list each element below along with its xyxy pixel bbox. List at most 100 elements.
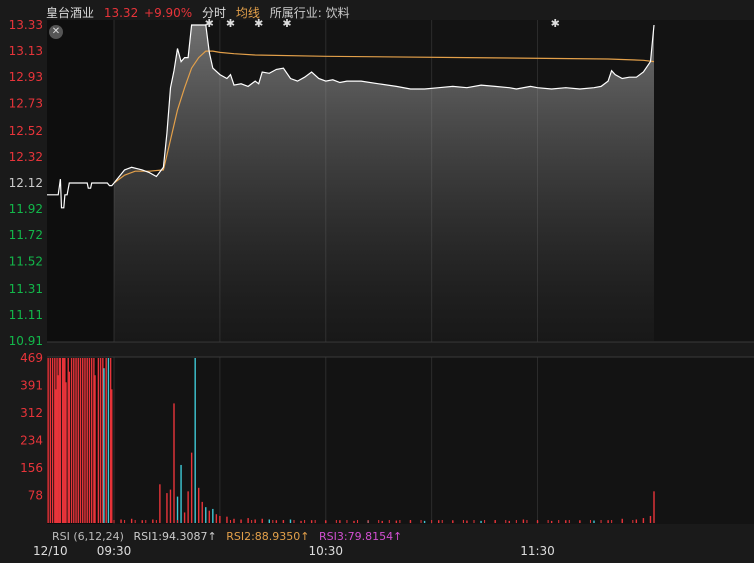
volume-bar <box>240 520 242 523</box>
volume-bar <box>51 358 54 523</box>
volume-bar <box>130 518 133 523</box>
rsi-label: RSI (6,12,24) <box>52 530 124 543</box>
volume-bar <box>159 484 161 523</box>
chart-canvas: 13.33 13.13 12.93 12.73 12.52 12.32 12.12 11.92… <box>0 0 754 563</box>
price-tick-label: 11.11 <box>9 308 43 322</box>
volume-bar <box>113 520 115 523</box>
volume-bar <box>431 520 433 523</box>
mode-label[interactable]: 分时 <box>202 6 226 20</box>
volume-bar <box>462 520 464 523</box>
volume-bar <box>353 520 355 523</box>
volume-bar <box>649 515 652 523</box>
volume-bar <box>508 520 510 523</box>
volume-bar <box>201 501 203 523</box>
volume-bar <box>68 371 71 523</box>
stock-change: +9.90% <box>144 6 193 20</box>
volume-bar <box>420 520 422 523</box>
volume-bar <box>381 520 383 523</box>
volume-bar <box>484 520 486 523</box>
volume-bar <box>86 358 88 523</box>
volume-bar <box>173 403 175 523</box>
rsi1-value: RSI1:94.3087↑ <box>133 530 217 543</box>
rsi3-value: RSI3:79.8154↑ <box>319 530 403 543</box>
volume-bar <box>314 520 316 523</box>
volume-bar <box>261 520 263 523</box>
volume-bar <box>75 358 77 523</box>
volume-bar <box>187 520 189 523</box>
volume-bar <box>395 520 398 523</box>
volume-bar <box>310 520 313 523</box>
volume-bar <box>198 520 200 523</box>
stock-name: 皇台酒业 <box>46 6 95 20</box>
stock-price: 13.32 <box>103 6 139 20</box>
volume-bar <box>579 520 581 523</box>
volume-bar <box>621 520 623 523</box>
rsi-legend: RSI (6,12,24) RSI1:94.3087↑ RSI2:88.9350… <box>52 530 408 543</box>
volume-bar <box>522 519 525 523</box>
price-tick-label: 12.52 <box>9 124 43 138</box>
volume-bar <box>155 520 157 523</box>
volume-bar <box>409 520 411 523</box>
price-tick-label: 10.91 <box>9 334 43 348</box>
volume-bar <box>103 368 105 523</box>
volume-bar <box>229 520 231 523</box>
volume-bar <box>247 518 249 523</box>
volume-bar <box>82 358 84 523</box>
volume-bar <box>339 520 341 523</box>
volume-bar <box>177 520 179 523</box>
volume-bar <box>198 487 200 523</box>
volume-bar <box>505 520 507 523</box>
volume-bar <box>190 452 193 523</box>
event-star-icon: ✱ <box>551 17 560 30</box>
volume-bar <box>219 520 221 523</box>
volume-bar <box>111 389 113 523</box>
volume-bar <box>423 520 426 523</box>
volume-bar <box>568 520 570 523</box>
volume-bar <box>208 520 210 523</box>
volume-bar <box>289 519 292 523</box>
price-tick-label: 12.32 <box>9 150 43 164</box>
volume-bar <box>515 520 517 523</box>
volume-bar <box>441 520 443 523</box>
average-line-label[interactable]: 均线 <box>236 6 260 20</box>
volume-bar <box>600 520 602 523</box>
volume-bar <box>90 358 93 523</box>
volume-bar <box>282 520 284 523</box>
volume-bar <box>70 358 73 523</box>
volume-bar <box>59 358 62 523</box>
volume-bar <box>79 358 82 523</box>
volume-bar <box>180 464 182 523</box>
volume-bar <box>378 520 380 523</box>
volume-bar <box>145 520 147 523</box>
volume-bar <box>233 518 235 523</box>
volume-bar <box>473 520 475 523</box>
volume-bar <box>268 519 270 523</box>
volume-bar <box>84 358 86 523</box>
volume-panel <box>47 357 754 524</box>
volume-tick-label: 234 <box>20 434 43 448</box>
volume-bar <box>357 520 359 523</box>
volume-bar <box>120 519 122 523</box>
pre-market-panel <box>47 20 114 342</box>
volume-bar <box>169 489 172 523</box>
volume-bar <box>346 520 348 523</box>
volume-bar <box>215 514 218 523</box>
volume-bar <box>367 520 369 523</box>
volume-bar <box>653 491 655 523</box>
price-tick-label: 11.31 <box>9 282 43 296</box>
volume-bar <box>194 358 196 523</box>
volume-bar <box>205 507 207 523</box>
volume-tick-label: 156 <box>20 461 43 475</box>
volume-bar <box>254 519 256 523</box>
volume-bar <box>73 358 75 523</box>
volume-bar <box>77 358 79 523</box>
volume-bar <box>642 520 644 523</box>
price-tick-label: 12.73 <box>9 96 43 110</box>
time-tick-label: 10:30 <box>308 544 343 558</box>
stock-header: 皇台酒业 13.32 +9.90% 分时 均线 所属行业: 饮料 <box>46 4 356 21</box>
industry-label[interactable]: 所属行业: 饮料 <box>270 6 350 20</box>
close-icon[interactable]: ✕ <box>49 25 63 39</box>
volume-bar <box>466 520 468 523</box>
volume-bar <box>124 520 126 523</box>
volume-bar <box>187 491 189 523</box>
